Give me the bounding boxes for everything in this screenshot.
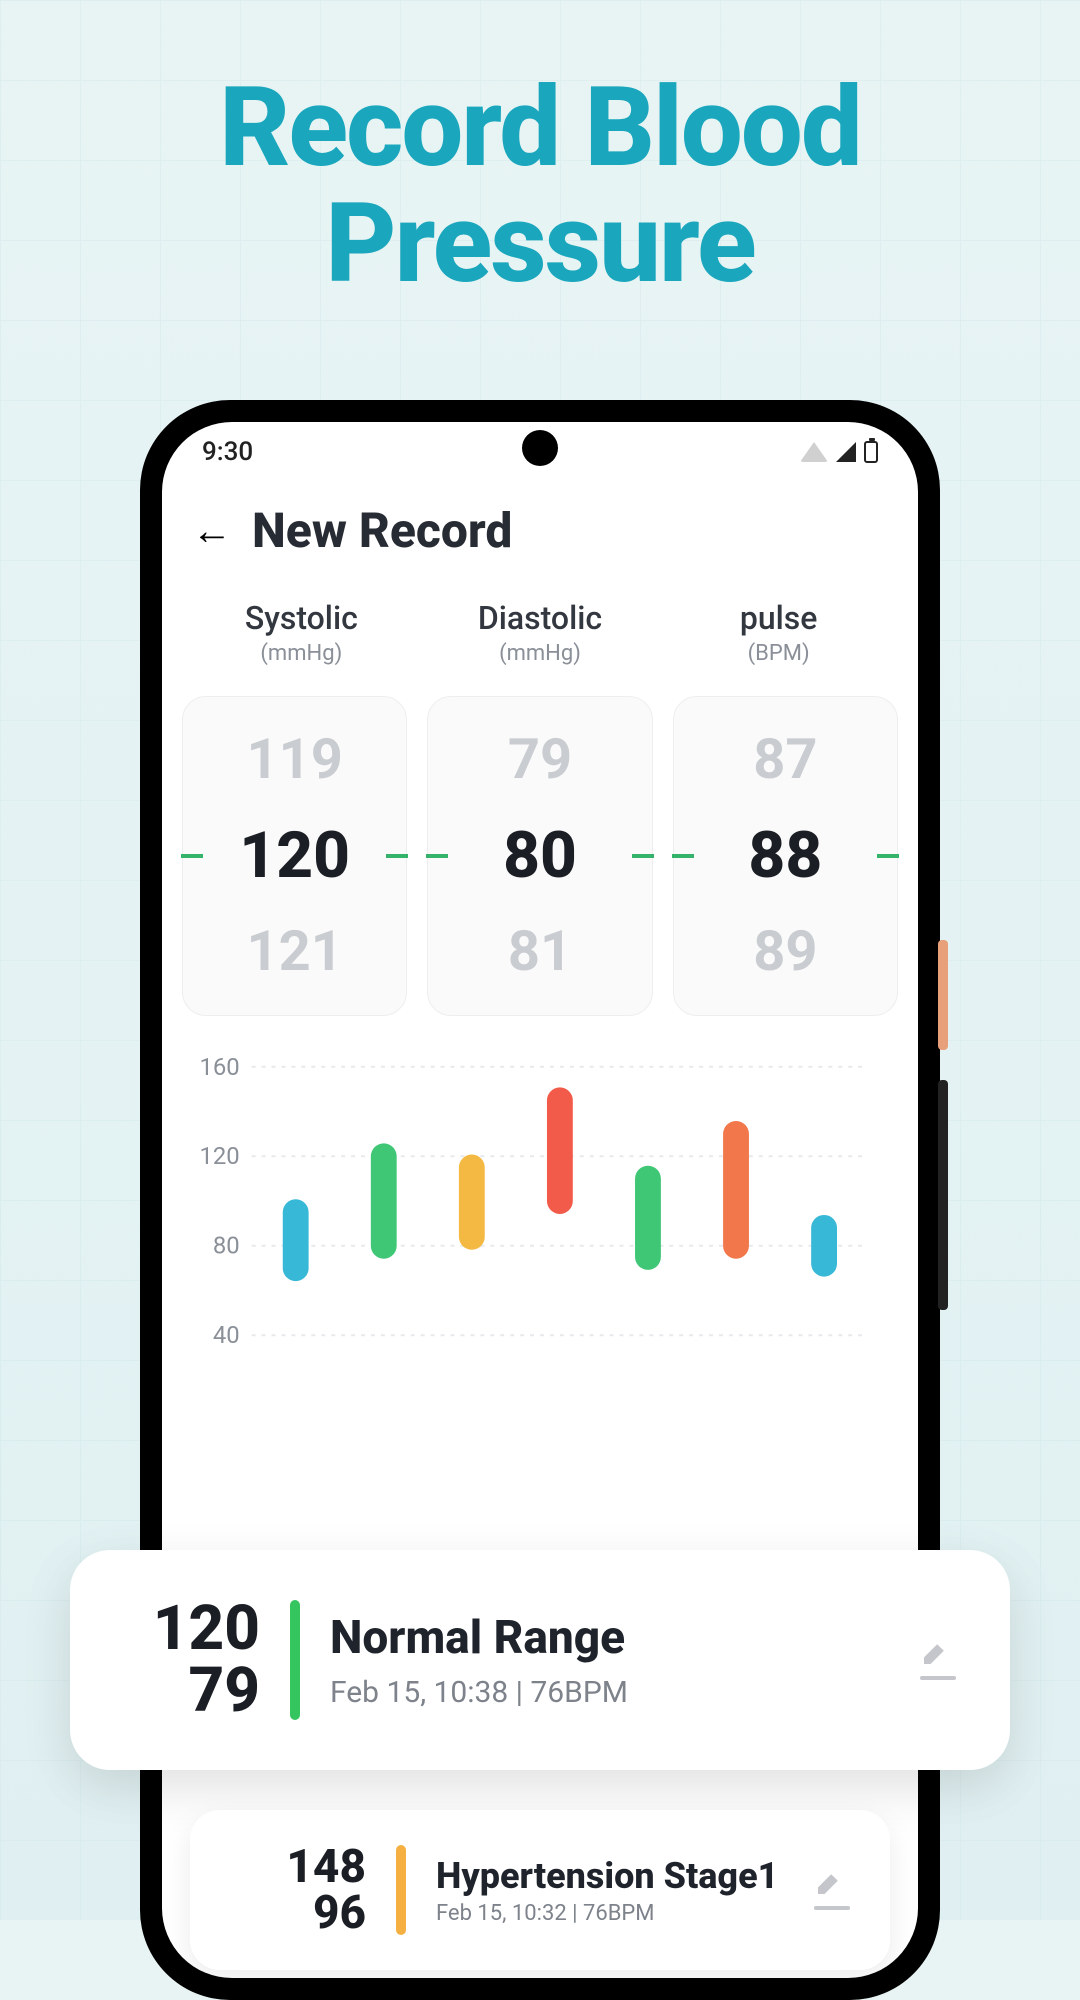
record-systolic: 148 — [226, 1844, 366, 1890]
edit-icon[interactable] — [814, 1870, 854, 1910]
record-body: Normal Range Feb 15, 10:38 | 76BPM — [330, 1611, 890, 1710]
record-status: Normal Range — [330, 1611, 890, 1665]
pulse-label: pulse — [661, 599, 897, 637]
pulse-label-col: pulse (BPM) — [661, 599, 897, 666]
phone-volume-button — [938, 1080, 948, 1310]
tick-mark-icon — [181, 854, 203, 858]
record-card-hypertension[interactable]: 148 96 Hypertension Stage1 Feb 15, 10:32… — [190, 1810, 890, 1970]
status-time: 9:30 — [202, 437, 253, 467]
systolic-value: 120 — [239, 805, 350, 907]
record-meta: Feb 15, 10:38 | 76BPM — [330, 1675, 890, 1710]
app-header: ← New Record — [162, 482, 918, 569]
diastolic-prev: 79 — [508, 715, 572, 805]
systolic-next: 121 — [246, 907, 342, 997]
svg-text:80: 80 — [213, 1232, 240, 1260]
tick-mark-icon — [632, 854, 654, 858]
pulse-next: 89 — [753, 907, 817, 997]
back-arrow-icon[interactable]: ← — [192, 507, 232, 554]
pulse-picker[interactable]: 87 88 89 — [673, 696, 898, 1016]
diastolic-next: 81 — [508, 907, 572, 997]
page-title: New Record — [252, 502, 512, 559]
diastolic-value: 80 — [503, 805, 577, 907]
svg-text:120: 120 — [199, 1142, 239, 1170]
svg-text:40: 40 — [213, 1321, 240, 1349]
systolic-label: Systolic — [183, 599, 419, 637]
tick-mark-icon — [672, 854, 694, 858]
record-meta: Feb 15, 10:32 | 76BPM — [436, 1901, 784, 1926]
chart-svg: 160 120 80 40 — [192, 1056, 888, 1356]
pulse-unit: (BPM) — [661, 641, 897, 666]
diastolic-label-col: Diastolic (mmHg) — [422, 599, 658, 666]
cell-signal-icon — [836, 442, 856, 462]
record-diastolic: 96 — [226, 1890, 366, 1936]
status-icons — [800, 441, 878, 463]
pickers-row: 119 120 121 79 80 81 87 88 89 — [162, 676, 918, 1046]
wifi-icon — [800, 442, 828, 462]
diastolic-unit: (mmHg) — [422, 641, 658, 666]
hero-line-2: Pressure — [325, 179, 754, 308]
record-systolic: 120 — [120, 1598, 260, 1660]
record-card-normal[interactable]: 120 79 Normal Range Feb 15, 10:38 | 76BP… — [70, 1550, 1010, 1770]
diastolic-picker[interactable]: 79 80 81 — [427, 696, 652, 1016]
edit-icon[interactable] — [920, 1640, 960, 1680]
hero-line-1: Record Blood — [219, 63, 860, 192]
record-body: Hypertension Stage1 Feb 15, 10:32 | 76BP… — [436, 1855, 784, 1926]
pulse-value: 88 — [748, 805, 822, 907]
systolic-unit: (mmHg) — [183, 641, 419, 666]
systolic-prev: 119 — [246, 715, 342, 805]
bp-history-chart: 160 120 80 40 — [162, 1046, 918, 1380]
phone-power-button — [938, 940, 948, 1050]
systolic-picker[interactable]: 119 120 121 — [182, 696, 407, 1016]
tick-mark-icon — [426, 854, 448, 858]
record-diastolic: 79 — [120, 1660, 260, 1722]
battery-icon — [864, 441, 878, 463]
hero-title: Record Blood Pressure — [0, 70, 1080, 301]
camera-notch — [522, 430, 558, 466]
tick-mark-icon — [386, 854, 408, 858]
svg-text:160: 160 — [199, 1056, 239, 1081]
status-bar-indicator — [290, 1600, 300, 1720]
readings-labels-row: Systolic (mmHg) Diastolic (mmHg) pulse (… — [162, 569, 918, 676]
status-bar: 9:30 — [162, 422, 918, 482]
diastolic-label: Diastolic — [422, 599, 658, 637]
record-status: Hypertension Stage1 — [436, 1855, 784, 1897]
systolic-label-col: Systolic (mmHg) — [183, 599, 419, 666]
record-values: 120 79 — [120, 1598, 260, 1722]
status-bar-indicator — [396, 1845, 406, 1935]
tick-mark-icon — [877, 854, 899, 858]
record-values: 148 96 — [226, 1844, 366, 1936]
pulse-prev: 87 — [753, 715, 817, 805]
